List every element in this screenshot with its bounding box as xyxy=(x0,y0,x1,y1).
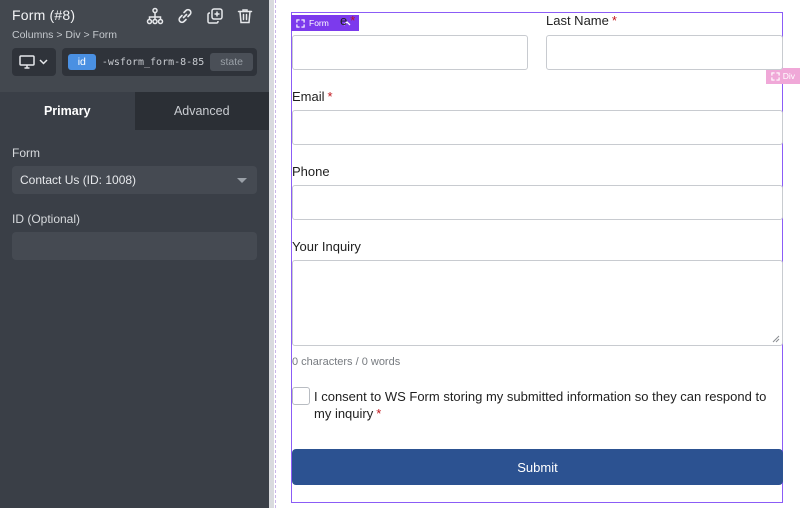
id-input[interactable] xyxy=(12,232,257,260)
breakpoint-dropdown[interactable] xyxy=(12,48,56,76)
email-label: Email * xyxy=(292,89,333,104)
form-control-label: Form xyxy=(12,146,40,160)
form-select[interactable]: Contact Us (ID: 1008) xyxy=(12,166,257,194)
expand-icon xyxy=(296,18,305,28)
tab-primary[interactable]: Primary xyxy=(0,92,135,130)
selector-value[interactable]: -wsform_form-8-85 xyxy=(102,57,204,68)
phone-label: Phone xyxy=(292,164,330,179)
builder-panel: Form (#8) Columns > Div > Form id -wsfor… xyxy=(0,0,269,508)
preview-canvas: Form Div e * Last Name * Email * Phone Your… xyxy=(276,0,800,508)
state-button[interactable]: state xyxy=(210,53,253,71)
phone-input[interactable] xyxy=(292,185,783,220)
div-element-tag[interactable]: Div xyxy=(765,68,800,84)
panel-header: Form (#8) Columns > Div > Form id -wsfor… xyxy=(0,0,269,92)
header-icons xyxy=(145,6,255,26)
submit-button[interactable]: Submit xyxy=(292,449,783,485)
selector-row: id -wsform_form-8-85 state xyxy=(12,48,257,76)
last-name-label-text: Last Name xyxy=(546,13,609,28)
email-input[interactable] xyxy=(292,110,783,145)
expand-icon xyxy=(771,71,780,81)
first-name-label: e * xyxy=(340,13,355,28)
chevron-down-icon xyxy=(39,59,48,65)
form-outline xyxy=(291,12,783,503)
consent-label[interactable]: I consent to WS Form storing my submitte… xyxy=(314,388,782,422)
breadcrumb[interactable]: Columns > Div > Form xyxy=(12,29,257,41)
inquiry-textarea[interactable] xyxy=(292,260,783,346)
consent-checkbox[interactable] xyxy=(292,387,310,405)
last-name-label: Last Name * xyxy=(546,13,617,28)
consent-text: I consent to WS Form storing my submitte… xyxy=(314,389,767,421)
inquiry-label: Your Inquiry xyxy=(292,239,361,254)
link-icon[interactable] xyxy=(175,6,195,26)
form-tag-label: Form xyxy=(309,18,329,28)
duplicate-icon[interactable] xyxy=(205,6,225,26)
hierarchy-icon[interactable] xyxy=(145,6,165,26)
css-selector-box: id -wsform_form-8-85 state xyxy=(61,48,257,76)
id-control-label: ID (Optional) xyxy=(12,212,81,226)
caret-down-icon xyxy=(237,177,247,183)
required-mark: * xyxy=(350,13,356,28)
last-name-input[interactable] xyxy=(546,35,783,70)
div-tag-label: Div xyxy=(782,71,795,81)
character-counter: 0 characters / 0 words xyxy=(292,356,401,368)
tab-advanced[interactable]: Advanced xyxy=(134,92,269,130)
form-select-value: Contact Us (ID: 1008) xyxy=(20,173,137,187)
resize-grip-icon[interactable] xyxy=(772,335,780,343)
id-selector-badge[interactable]: id xyxy=(67,54,96,70)
email-label-text: Email xyxy=(292,89,325,104)
panel-controls: Form Contact Us (ID: 1008) ID (Optional) xyxy=(0,130,269,260)
first-name-input[interactable] xyxy=(292,35,528,70)
trash-icon[interactable] xyxy=(235,6,255,26)
first-name-label-text: e xyxy=(340,13,348,28)
required-mark: * xyxy=(327,89,333,104)
panel-resize-handle[interactable] xyxy=(269,0,274,508)
required-mark: * xyxy=(611,13,617,28)
desktop-icon xyxy=(19,55,36,69)
panel-tabs: Primary Advanced xyxy=(0,92,269,130)
required-mark: * xyxy=(376,406,382,421)
